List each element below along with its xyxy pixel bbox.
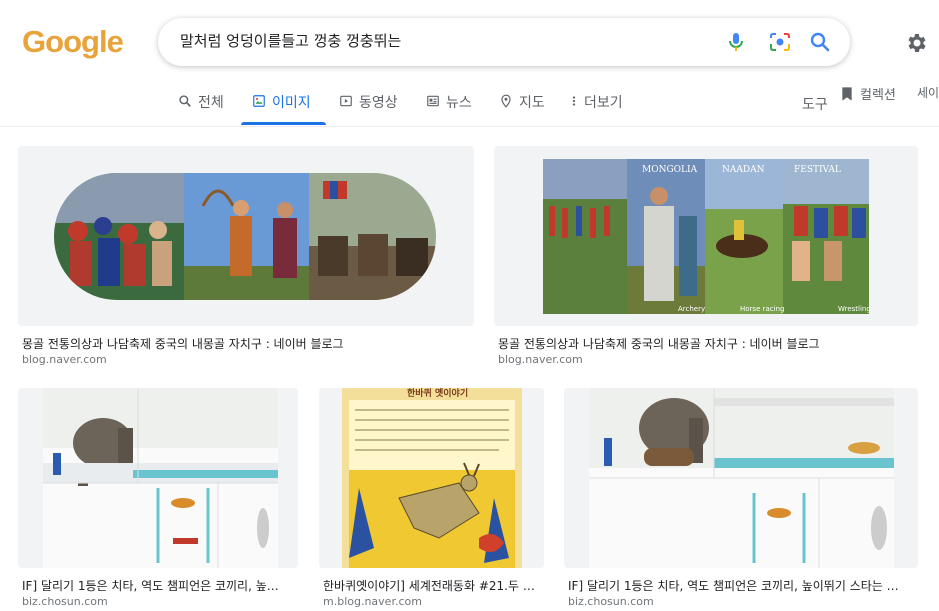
result-thumbnail[interactable]	[18, 388, 298, 568]
collections-label: 컬렉션	[860, 88, 896, 103]
tab-all[interactable]: 전체	[178, 92, 224, 126]
thumb-label-naadan: NAADAN	[722, 165, 765, 175]
result-caption[interactable]: 몽골 전통의상과 나담축제 중국의 내몽골 자치구 : 네이버 블로그	[498, 335, 918, 352]
result-caption[interactable]: 한바퀴옛이야기] 세계전래동화 #21.두 …	[323, 577, 543, 594]
search-box[interactable]: 말처럼 엉덩이를들고 껑충 껑충뛰는	[158, 18, 850, 66]
result-caption[interactable]: 몽골 전통의상과 나담축제 중국의 내몽골 자치구 : 네이버 블로그	[22, 335, 472, 352]
google-logo[interactable]: Google	[22, 24, 124, 60]
tab-label: 전체	[198, 95, 224, 111]
news-icon	[427, 95, 439, 107]
result-source[interactable]: biz.chosun.com	[568, 595, 654, 608]
result-source[interactable]: m.blog.naver.com	[323, 595, 422, 608]
tab-label: 이미지	[272, 95, 311, 111]
result-caption[interactable]: IF] 달리기 1등은 치타, 역도 챔피언은 코끼리, 높이뛰기 스타는 …	[568, 577, 916, 594]
search-input[interactable]: 말처럼 엉덩이를들고 껑충 껑충뛰는	[180, 30, 401, 51]
bookmark-icon	[842, 87, 852, 101]
more-vert-icon	[572, 96, 576, 106]
tab-videos[interactable]: 동영상	[339, 92, 398, 126]
folk-tale-book-image: 한바퀴 옛이야기	[319, 388, 544, 568]
result-source[interactable]: blog.naver.com	[498, 353, 583, 366]
thumb-label-archery: Archery	[678, 305, 705, 313]
safesearch-label: 세이	[917, 86, 939, 100]
tab-label: 동영상	[359, 95, 398, 111]
safesearch-button[interactable]: 세이	[917, 84, 939, 118]
result-source[interactable]: blog.naver.com	[22, 353, 107, 366]
collections-button[interactable]: 컬렉션	[840, 84, 896, 118]
camera-lens-icon[interactable]	[768, 30, 792, 54]
mongolia-festival-image	[18, 146, 474, 326]
search-icon	[179, 95, 191, 107]
thumb-label-festival: FESTIVAL	[794, 165, 841, 175]
gear-icon[interactable]	[905, 31, 929, 55]
thumb-label-wrestling: Wrestling	[838, 305, 871, 313]
tab-images[interactable]: 이미지	[252, 92, 311, 126]
tab-label: 뉴스	[446, 95, 472, 111]
video-icon	[340, 95, 352, 107]
mongolia-naadam-collage-image: MONGOLIA NAADAN FESTIVAL Archery Horse r…	[494, 146, 918, 326]
tab-news[interactable]: 뉴스	[426, 92, 472, 126]
tab-more[interactable]: 더보기	[570, 92, 623, 126]
result-thumbnail[interactable]	[18, 146, 474, 326]
tools-label: 도구	[802, 97, 828, 113]
tab-maps[interactable]: 지도	[499, 92, 545, 126]
result-thumbnail[interactable]: MONGOLIA NAADAN FESTIVAL Archery Horse r…	[494, 146, 918, 326]
search-tabs: 전체 이미지 동영상 뉴스 지도 더보기 도구 컬렉션 세이	[0, 84, 939, 126]
thumb-label-horse-racing: Horse racing	[740, 305, 784, 313]
header-divider	[0, 126, 939, 127]
result-caption[interactable]: IF] 달리기 1등은 치타, 역도 챔피언은 코끼리, 높…	[22, 577, 294, 594]
animal-athletes-infographic-image	[564, 388, 918, 568]
tab-label: 더보기	[584, 95, 623, 111]
tools-button[interactable]: 도구	[802, 94, 828, 128]
book-title: 한바퀴 옛이야기	[407, 388, 468, 399]
thumb-label-mongolia: MONGOLIA	[642, 165, 698, 175]
search-icon[interactable]	[808, 30, 832, 54]
result-thumbnail[interactable]: 한바퀴 옛이야기	[319, 388, 544, 568]
active-tab-indicator	[241, 122, 326, 125]
result-thumbnail[interactable]	[564, 388, 918, 568]
map-pin-icon	[501, 94, 511, 108]
microphone-icon[interactable]	[724, 30, 748, 54]
tab-label: 지도	[519, 95, 545, 111]
animal-athletes-infographic-image	[18, 388, 298, 568]
image-icon	[253, 95, 265, 107]
result-source[interactable]: biz.chosun.com	[22, 595, 108, 608]
